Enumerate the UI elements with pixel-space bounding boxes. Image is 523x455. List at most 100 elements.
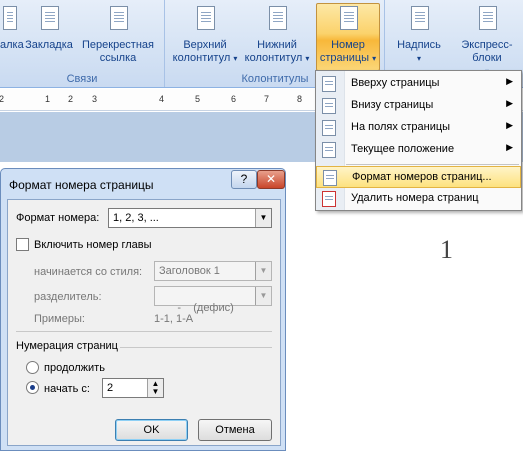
number-format-label: Формат номера: xyxy=(16,212,100,224)
menu-separator xyxy=(346,164,519,165)
link-icon xyxy=(3,6,19,36)
separator-label: разделитель: xyxy=(34,291,102,303)
menu-item-label: Внизу страницы xyxy=(351,99,434,111)
footer-label-1: Нижний xyxy=(257,39,297,51)
ruler-tick: 3 xyxy=(92,94,98,104)
chevron-down-icon: ▾ xyxy=(416,54,421,63)
continue-label: продолжить xyxy=(44,362,105,374)
number-format-value: 1, 2, 3, ... xyxy=(113,212,159,224)
menu-item-bottom-of-page[interactable]: Внизу страницы ▶ xyxy=(316,95,521,117)
ruler-tick: 5 xyxy=(195,94,201,104)
chevron-down-icon: ▾ xyxy=(305,54,310,63)
start-at-input[interactable]: 2 ▲ ▼ xyxy=(102,378,164,398)
cross-reference-button[interactable]: Перекрестная ссылка xyxy=(76,4,160,65)
bookmark-icon xyxy=(36,6,62,36)
start-at-value: 2 xyxy=(107,382,114,394)
header-label-2: колонтитул xyxy=(172,52,231,64)
chevron-down-icon: ▼ xyxy=(255,262,271,280)
text-box-label: Надпись xyxy=(397,39,441,51)
submenu-arrow-icon: ▶ xyxy=(506,98,513,108)
ruler-tick: 1 xyxy=(45,94,51,104)
page-number-icon xyxy=(335,6,361,36)
chevron-down-icon: ▼ xyxy=(255,287,271,305)
page-number-label-2: страницы xyxy=(319,52,370,64)
footer-icon xyxy=(264,6,290,36)
page-number-menu: Вверху страницы ▶ Внизу страницы ▶ На по… xyxy=(315,70,522,211)
menu-item-top-of-page[interactable]: Вверху страницы ▶ xyxy=(316,73,521,95)
divider xyxy=(16,331,272,332)
menu-item-current-position[interactable]: Текущее положение ▶ xyxy=(316,139,521,161)
chevron-down-icon: ▼ xyxy=(255,209,271,227)
chapter-style-select[interactable]: Заголовок 1 ▼ xyxy=(154,261,272,281)
submenu-arrow-icon: ▶ xyxy=(506,76,513,86)
close-button[interactable]: ✕ xyxy=(257,170,285,189)
chapter-style-label: начинается со стиля: xyxy=(34,266,143,278)
header-label-1: Верхний xyxy=(183,39,227,51)
start-at-label: начать с: xyxy=(44,383,90,395)
header-button[interactable]: Верхний колонтитул ▾ xyxy=(172,4,238,65)
ruler-tick: 4 xyxy=(159,94,165,104)
text-box-icon xyxy=(406,6,432,36)
start-at-radio[interactable] xyxy=(26,381,39,394)
menu-item-label: Текущее положение xyxy=(351,143,455,155)
remove-icon xyxy=(322,191,336,207)
ruler-tick: 2 xyxy=(68,94,74,104)
header-icon xyxy=(192,6,218,36)
examples-value: 1-1, 1-A xyxy=(154,313,194,325)
dialog-body: Формат номера: 1, 2, 3, ... ▼ Включить н… xyxy=(7,199,281,446)
ruler-tick: 2 xyxy=(0,94,5,104)
menu-item-label: Формат номеров страниц... xyxy=(352,171,492,183)
include-chapter-checkbox[interactable] xyxy=(16,238,29,251)
text-box-button[interactable]: Надпись ▾ xyxy=(392,4,446,65)
ruler-tick: 8 xyxy=(297,94,303,104)
submenu-arrow-icon: ▶ xyxy=(506,120,513,130)
cross-reference-label-1: Перекрестная xyxy=(82,39,154,51)
bookmark-label: Закладка xyxy=(25,39,73,51)
menu-item-label: Удалить номера страниц xyxy=(351,192,479,204)
footer-label-2: колонтитул xyxy=(244,52,303,64)
menu-item-remove-page-numbers[interactable]: Удалить номера страниц xyxy=(316,188,521,210)
quick-parts-label: Экспресс-блоки xyxy=(461,39,513,64)
ruler-tick: 7 xyxy=(264,94,270,104)
page-number-button[interactable]: Номер страницы ▾ xyxy=(316,3,380,71)
divider xyxy=(120,347,272,348)
chevron-down-icon: ▾ xyxy=(372,54,377,63)
ribbon-group-links: алка Закладка Перекрестная ссылка Связи xyxy=(0,0,165,87)
spin-arrows-icon[interactable]: ▲ ▼ xyxy=(147,379,163,397)
page-bottom-icon xyxy=(322,98,336,114)
help-button[interactable]: ? xyxy=(231,170,257,189)
separator-select[interactable]: - (дефис) ▼ xyxy=(154,286,272,314)
group-label-links: Связи xyxy=(66,73,98,85)
bookmark-button[interactable]: Закладка xyxy=(24,4,74,52)
cross-reference-label-2: ссылка xyxy=(99,52,137,64)
ruler-tick: 6 xyxy=(231,94,237,104)
page-margin-icon xyxy=(322,120,336,136)
page-number-text: 1 xyxy=(440,235,453,264)
menu-item-label: Вверху страницы xyxy=(351,77,440,89)
include-chapter-label: Включить номер главы xyxy=(34,239,152,251)
page-number-label-1: Номер xyxy=(331,39,365,51)
number-format-select[interactable]: 1, 2, 3, ... ▼ xyxy=(108,208,272,228)
current-position-icon xyxy=(322,142,336,158)
examples-label: Примеры: xyxy=(34,313,85,325)
cross-reference-icon xyxy=(105,6,131,36)
submenu-arrow-icon: ▶ xyxy=(506,142,513,152)
ok-button[interactable]: OK xyxy=(115,419,188,441)
bookmark-partial-button[interactable]: алка xyxy=(0,4,24,52)
chapter-style-value: Заголовок 1 xyxy=(159,265,220,277)
bookmark-partial-label: алка xyxy=(0,39,24,51)
footer-button[interactable]: Нижний колонтитул ▾ xyxy=(241,4,313,65)
page-number-format-dialog: Формат номера страницы ? ✕ Формат номера… xyxy=(0,168,286,451)
quick-parts-button[interactable]: Экспресс-блоки ▾ xyxy=(448,4,523,78)
menu-item-page-margins[interactable]: На полях страницы ▶ xyxy=(316,117,521,139)
menu-item-label: На полях страницы xyxy=(351,121,451,133)
numbering-group-label: Нумерация страниц xyxy=(16,340,118,352)
cancel-button[interactable]: Отмена xyxy=(198,419,272,441)
dialog-title: Формат номера страницы xyxy=(9,178,154,192)
page-top-icon xyxy=(322,76,336,92)
menu-item-format-page-numbers[interactable]: Формат номеров страниц... xyxy=(316,166,521,188)
chevron-down-icon: ▾ xyxy=(233,54,238,63)
quick-parts-icon xyxy=(474,6,500,36)
continue-radio[interactable] xyxy=(26,361,39,374)
format-icon xyxy=(323,170,337,186)
